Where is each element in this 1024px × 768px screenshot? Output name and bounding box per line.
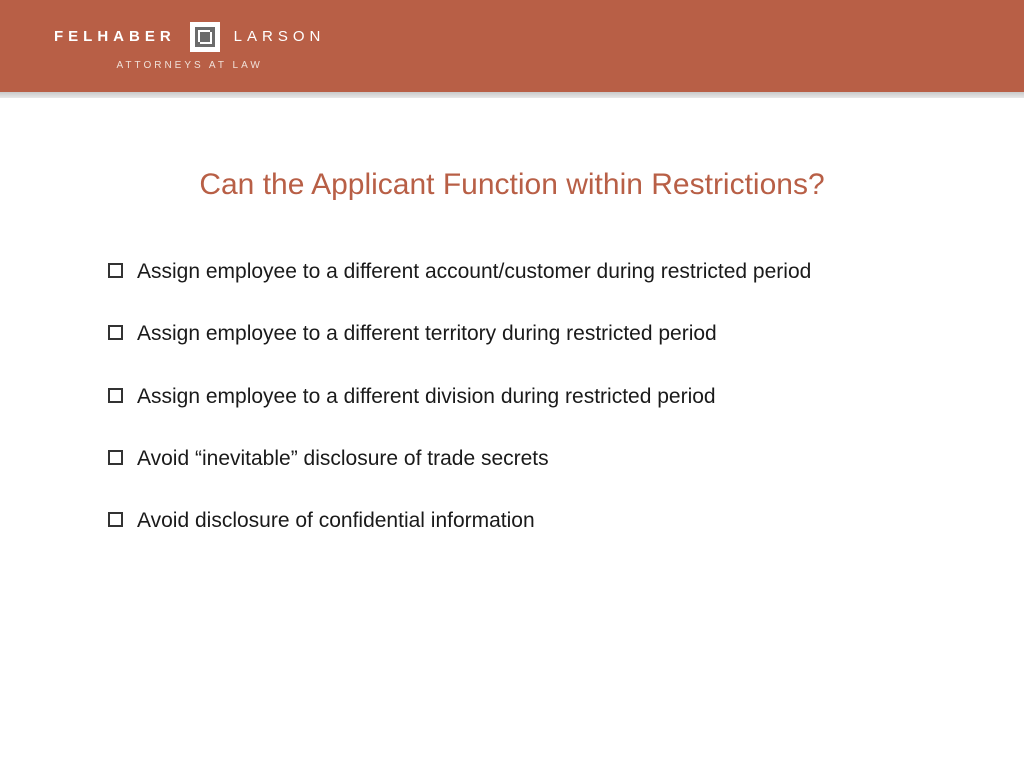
logo-block: FELHABER LARSON ATTORNEYS AT LAW xyxy=(54,22,325,71)
slide-title: Can the Applicant Function within Restri… xyxy=(108,168,916,202)
slide-content: Can the Applicant Function within Restri… xyxy=(0,98,1024,536)
bullet-text: Assign employee to a different division … xyxy=(137,383,716,411)
list-item: Assign employee to a different division … xyxy=(108,383,916,411)
brand-name-left: FELHABER xyxy=(54,28,176,45)
list-item: Assign employee to a different account/c… xyxy=(108,258,916,286)
brand-name-right: LARSON xyxy=(234,28,326,45)
bullet-text: Avoid disclosure of confidential informa… xyxy=(137,507,535,535)
header-band: FELHABER LARSON ATTORNEYS AT LAW xyxy=(0,0,1024,92)
list-item: Avoid disclosure of confidential informa… xyxy=(108,507,916,535)
brand-mark-icon xyxy=(190,22,220,52)
list-item: Avoid “inevitable” disclosure of trade s… xyxy=(108,445,916,473)
checkbox-icon xyxy=(108,450,123,465)
brand-tagline: ATTORNEYS AT LAW xyxy=(117,60,263,71)
bullet-list: Assign employee to a different account/c… xyxy=(108,258,916,536)
bullet-text: Assign employee to a different territory… xyxy=(137,320,717,348)
checkbox-icon xyxy=(108,263,123,278)
bullet-text: Avoid “inevitable” disclosure of trade s… xyxy=(137,445,549,473)
bullet-text: Assign employee to a different account/c… xyxy=(137,258,811,286)
logo-top-row: FELHABER LARSON xyxy=(54,22,325,52)
checkbox-icon xyxy=(108,512,123,527)
checkbox-icon xyxy=(108,325,123,340)
list-item: Assign employee to a different territory… xyxy=(108,320,916,348)
checkbox-icon xyxy=(108,388,123,403)
